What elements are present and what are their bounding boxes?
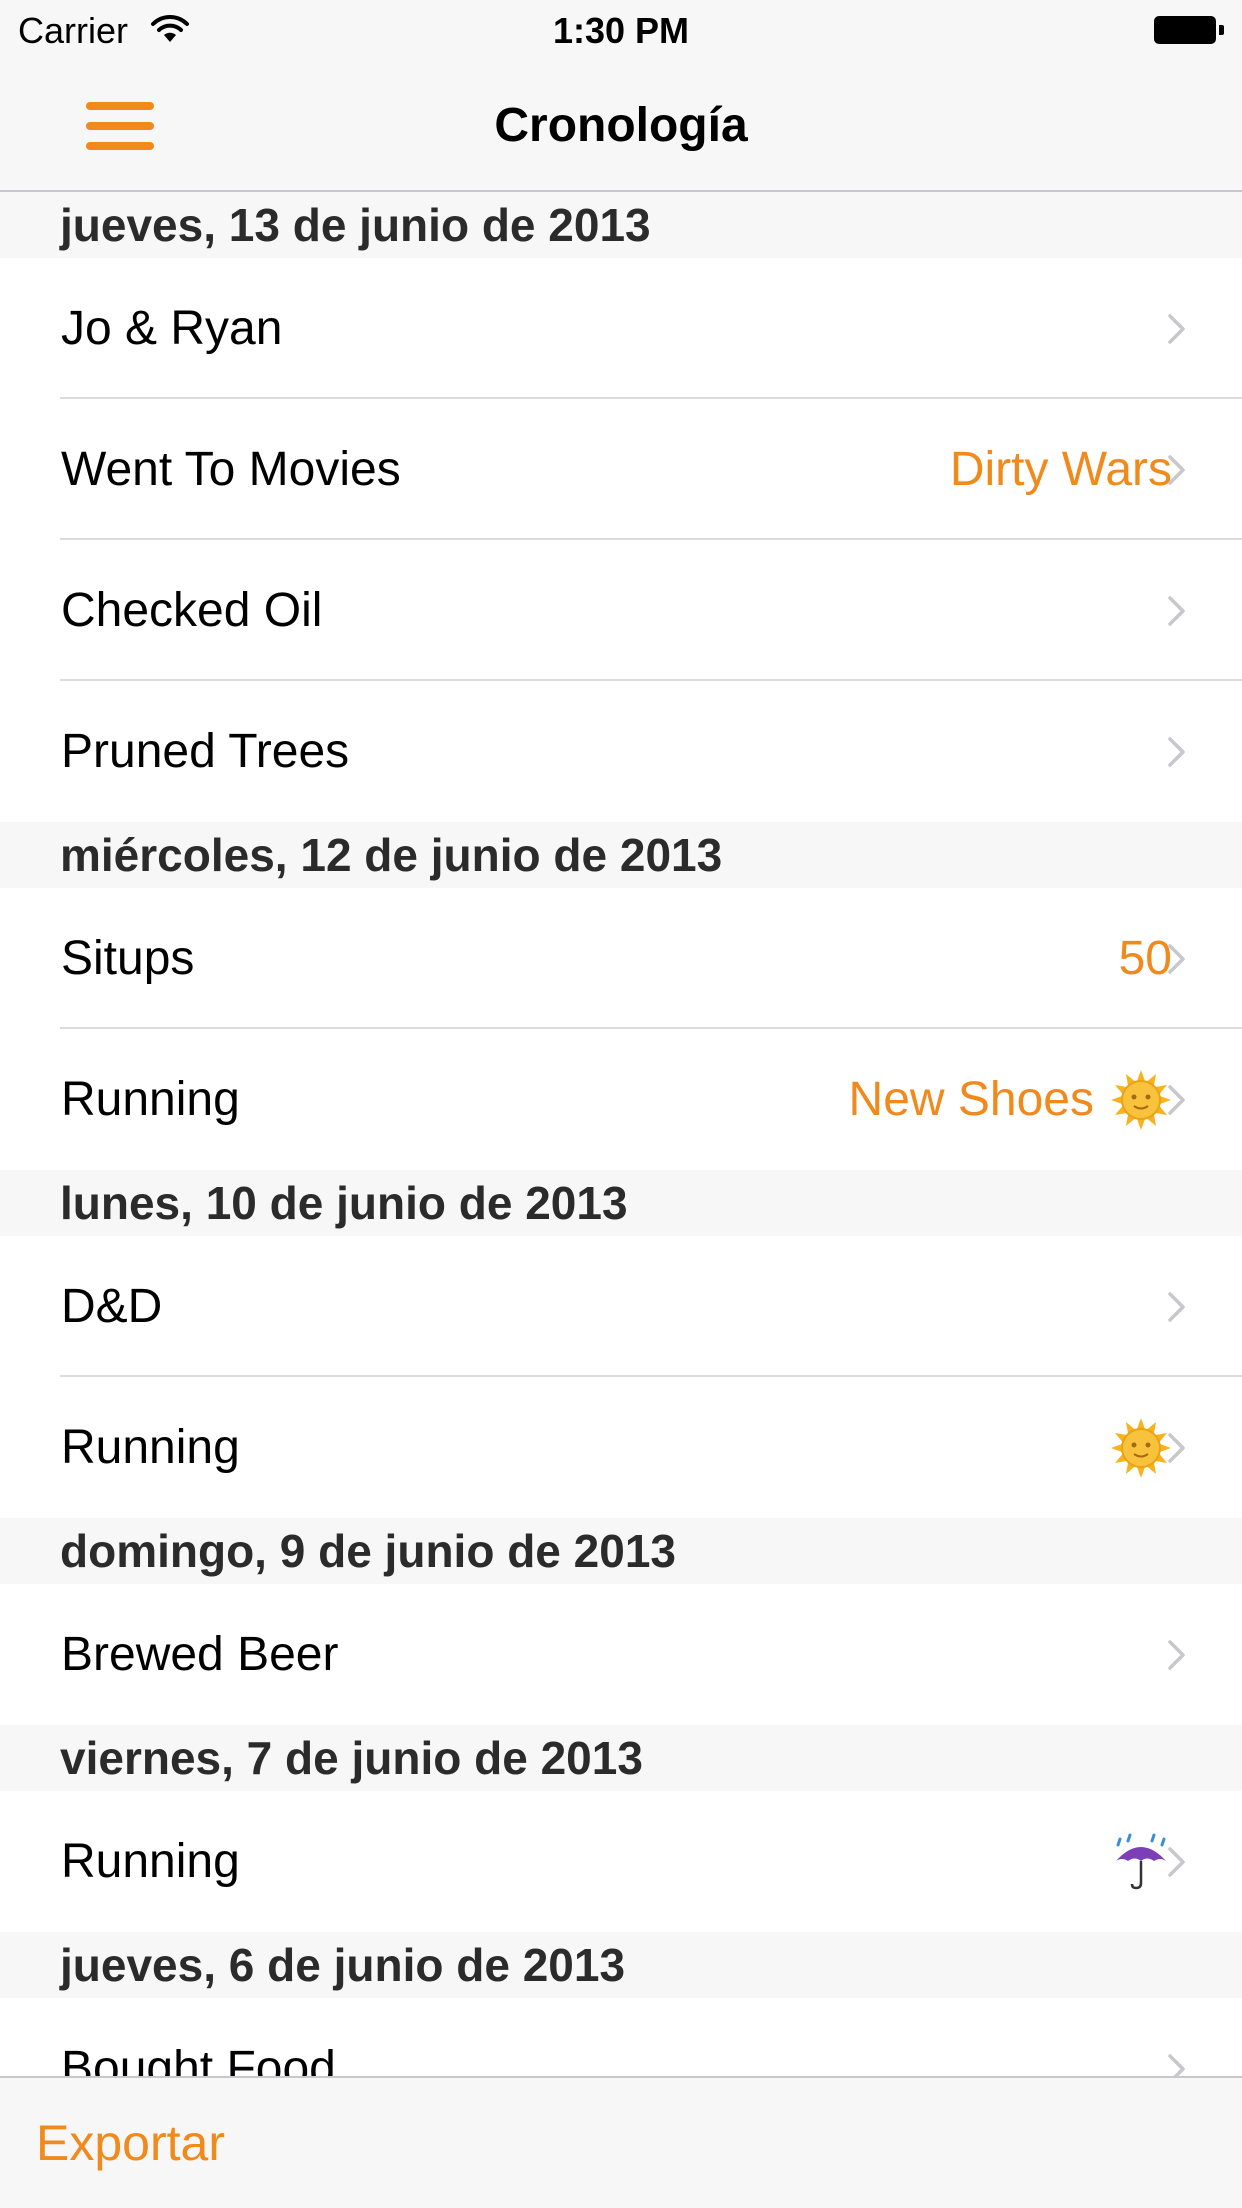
chevron-right-icon [1167, 737, 1187, 767]
chevron-right-icon [1167, 314, 1187, 344]
row-detail: 50 [1118, 932, 1172, 985]
chevron-right-icon [1167, 1085, 1187, 1115]
row-accessory [1110, 1377, 1172, 1518]
timeline-row[interactable]: Checked Oil [0, 540, 1242, 681]
sun-icon [1110, 1069, 1172, 1131]
row-detail: Dirty Wars [949, 443, 1172, 496]
section-header: lunes, 10 de junio de 2013 [0, 1170, 1242, 1236]
chevron-right-icon [1167, 1433, 1187, 1463]
sun-icon [1110, 1417, 1172, 1479]
export-button[interactable]: Exportar [36, 2114, 225, 2172]
status-time: 1:30 PM [552, 10, 690, 51]
row-accessory: New Shoes [849, 1029, 1172, 1170]
status-bar: Carrier 1:30 PM [0, 0, 1242, 60]
row-title: Bought Food [61, 2042, 336, 2076]
timeline-row[interactable]: Situps 50 [0, 888, 1242, 1029]
section-header: domingo, 9 de junio de 2013 [0, 1518, 1242, 1584]
chevron-right-icon [1167, 944, 1187, 974]
section-header: viernes, 7 de junio de 2013 [0, 1725, 1242, 1791]
row-title: Running [61, 1835, 240, 1888]
page-title: Cronología [494, 99, 748, 152]
row-accessory: 50 [1119, 888, 1172, 1029]
row-title: Checked Oil [61, 584, 323, 637]
timeline-row[interactable]: D&D [0, 1236, 1242, 1377]
row-title: Pruned Trees [61, 725, 350, 778]
row-title: Running [61, 1421, 240, 1474]
section-header: miércoles, 12 de junio de 2013 [0, 822, 1242, 888]
timeline-row[interactable]: Pruned Trees [0, 681, 1242, 822]
navigation-bar: Cronología [0, 60, 1242, 192]
timeline-row[interactable]: Went To Movies Dirty Wars [0, 399, 1242, 540]
row-title: Went To Movies [61, 443, 401, 496]
timeline-row[interactable]: Brewed Beer [0, 1584, 1242, 1725]
chevron-right-icon [1167, 2054, 1187, 2076]
timeline-row[interactable]: Bought Food [0, 1998, 1242, 2076]
timeline-row[interactable]: Running [0, 1377, 1242, 1518]
chevron-right-icon [1167, 455, 1187, 485]
row-accessory [1110, 1791, 1172, 1932]
section-header: jueves, 13 de junio de 2013 [0, 192, 1242, 258]
timeline-list[interactable]: jueves, 13 de junio de 2013 Jo & Ryan Went… [0, 192, 1242, 2076]
chevron-right-icon [1167, 1292, 1187, 1322]
row-title: Situps [61, 932, 195, 985]
chevron-right-icon [1167, 596, 1187, 626]
timeline-row[interactable]: Jo & Ryan [0, 258, 1242, 399]
timeline-row[interactable]: Running [0, 1791, 1242, 1932]
row-title: D&D [61, 1280, 163, 1333]
bottom-toolbar: Exportar [0, 2076, 1242, 2208]
row-title: Brewed Beer [61, 1628, 339, 1681]
row-title: Jo & Ryan [61, 302, 283, 355]
row-title: Running [61, 1073, 240, 1126]
row-detail: New Shoes [848, 1073, 1094, 1126]
timeline-row[interactable]: Running New Shoes [0, 1029, 1242, 1170]
umbrella-icon [1110, 1831, 1172, 1893]
row-accessory: Dirty Wars [950, 399, 1172, 540]
section-header: jueves, 6 de junio de 2013 [0, 1932, 1242, 1998]
chevron-right-icon [1167, 1640, 1187, 1670]
battery-icon [1154, 16, 1224, 44]
chevron-right-icon [1167, 1847, 1187, 1877]
